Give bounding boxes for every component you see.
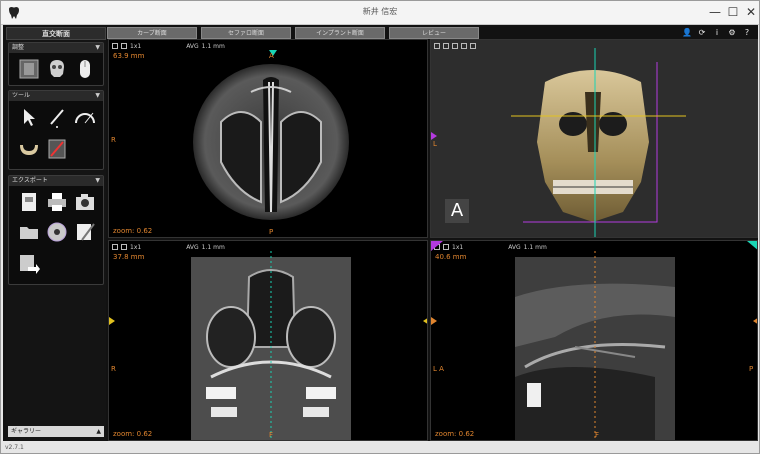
adjust-panel-header[interactable]: 調整 ▼ [9,43,103,53]
report-icon[interactable] [17,190,41,214]
slab-thickness[interactable]: 1.1 mm [202,43,225,50]
tools-panel-label: ツール [12,92,31,99]
gallery-dropdown[interactable]: ギャラリー ▲ [8,426,104,437]
refresh-icon[interactable]: ⟳ [697,28,707,38]
user-icon[interactable]: 👤 [682,28,692,38]
status-text: v2.7.1 [5,444,24,451]
status-bar: v2.7.1 [1,442,759,453]
sidebar: 直交断面 調整 ▼ ツール ▼ エクスポート ▼ ギャラリー ▲ [6,27,106,441]
folder-icon[interactable] [17,220,41,244]
chevron-down-icon: ▼ [95,177,100,184]
coronal-crosshair-overlay [109,251,427,440]
chevron-down-icon: ▼ [95,92,100,99]
export-panel: エクスポート ▼ [8,175,104,285]
close-button[interactable]: ✕ [743,4,759,20]
skull-icon[interactable] [45,57,69,81]
orient-left-label: R [111,136,116,144]
tab-orthogonal[interactable]: 直交断面 [6,27,106,40]
minimize-button[interactable]: — [707,4,723,20]
tab-ceph[interactable]: セファロ断面 [201,27,291,39]
camera-icon[interactable] [73,190,97,214]
axial-ct-slice [193,64,349,220]
tab-review[interactable]: レビュー [389,27,479,39]
tab-implant[interactable]: インプラント断面 [295,27,385,39]
crop-icon[interactable] [121,43,127,49]
coronal-viewport[interactable]: 1x1 AVG 1.1 mm 37.8 mm R F zoom: 0.62 [108,240,428,441]
mouse-icon[interactable] [73,57,97,81]
orient-top-label: A [269,52,274,60]
cd-icon[interactable] [45,220,69,244]
sagittal-viewport[interactable]: 1x1 AVG 1.1 mm 40.6 mm L A P F zoom: 0.6… [430,240,758,441]
settings-icon[interactable]: ⚙ [725,28,739,38]
export-arrow-icon[interactable] [17,252,41,276]
volume-viewport[interactable]: L A [430,39,758,238]
crosshair-overlay [431,48,686,237]
tools-panel-header[interactable]: ツール ▼ [9,91,103,101]
export-panel-label: エクスポート [12,177,48,184]
edit-icon[interactable] [73,220,97,244]
printer-icon[interactable] [45,190,69,214]
maximize-button[interactable]: ☐ [725,4,741,20]
help-icon[interactable]: ? [742,28,752,38]
layout-icon[interactable] [112,43,118,49]
volume-cube-icon[interactable] [17,57,41,81]
orient-left-label: L A [433,365,444,373]
app-window: 新井 信宏 — ☐ ✕ 直交断面 調整 ▼ ツール ▼ エクスポート ▼ ギャラ… [0,0,760,454]
workspace: 直交断面 調整 ▼ ツール ▼ エクスポート ▼ ギャラリー ▲ カーブ断面 セ… [3,25,758,441]
export-panel-header[interactable]: エクスポート ▼ [9,176,103,186]
zoom-level: zoom: 0.62 [113,227,153,235]
jaw-icon[interactable] [17,137,41,161]
slice-position: 63.9 mm [113,52,145,60]
chevron-up-icon: ▲ [96,428,101,435]
tools-panel: ツール ▼ [8,90,104,170]
grid-label[interactable]: 1x1 [130,43,141,50]
info-icon[interactable]: i [712,28,722,38]
zoom-level: zoom: 0.62 [113,430,153,438]
adjust-panel-label: 調整 [12,44,25,51]
orient-left-label: R [111,365,116,373]
orient-right-label: P [749,365,754,373]
orientation-badge[interactable]: A [445,199,469,223]
avg-selector[interactable]: AVG [186,43,198,50]
title-bar: 新井 信宏 — ☐ ✕ [1,1,759,25]
chevron-down-icon: ▼ [95,44,100,51]
measure-line-icon[interactable] [45,105,69,129]
gallery-label: ギャラリー [11,428,42,435]
protractor-icon[interactable] [73,105,97,129]
orient-bottom-label: P [269,228,274,236]
nerve-canal-icon[interactable] [45,137,69,161]
orient-bottom-label: F [269,431,274,439]
tab-curve[interactable]: カーブ断面 [107,27,197,39]
axial-toolbar: 1x1 AVG 1.1 mm [112,42,225,50]
orient-bottom-label: F [595,431,600,439]
window-title: 新井 信宏 [362,7,398,16]
axial-viewport[interactable]: 1x1 AVG 1.1 mm 63.9 mm A R P zoom: 0.62 [108,39,428,238]
cursor-arrow-icon[interactable] [17,105,41,129]
adjust-panel: 調整 ▼ [8,42,104,86]
sagittal-crosshair-overlay [431,241,757,440]
zoom-level: zoom: 0.62 [435,430,475,438]
